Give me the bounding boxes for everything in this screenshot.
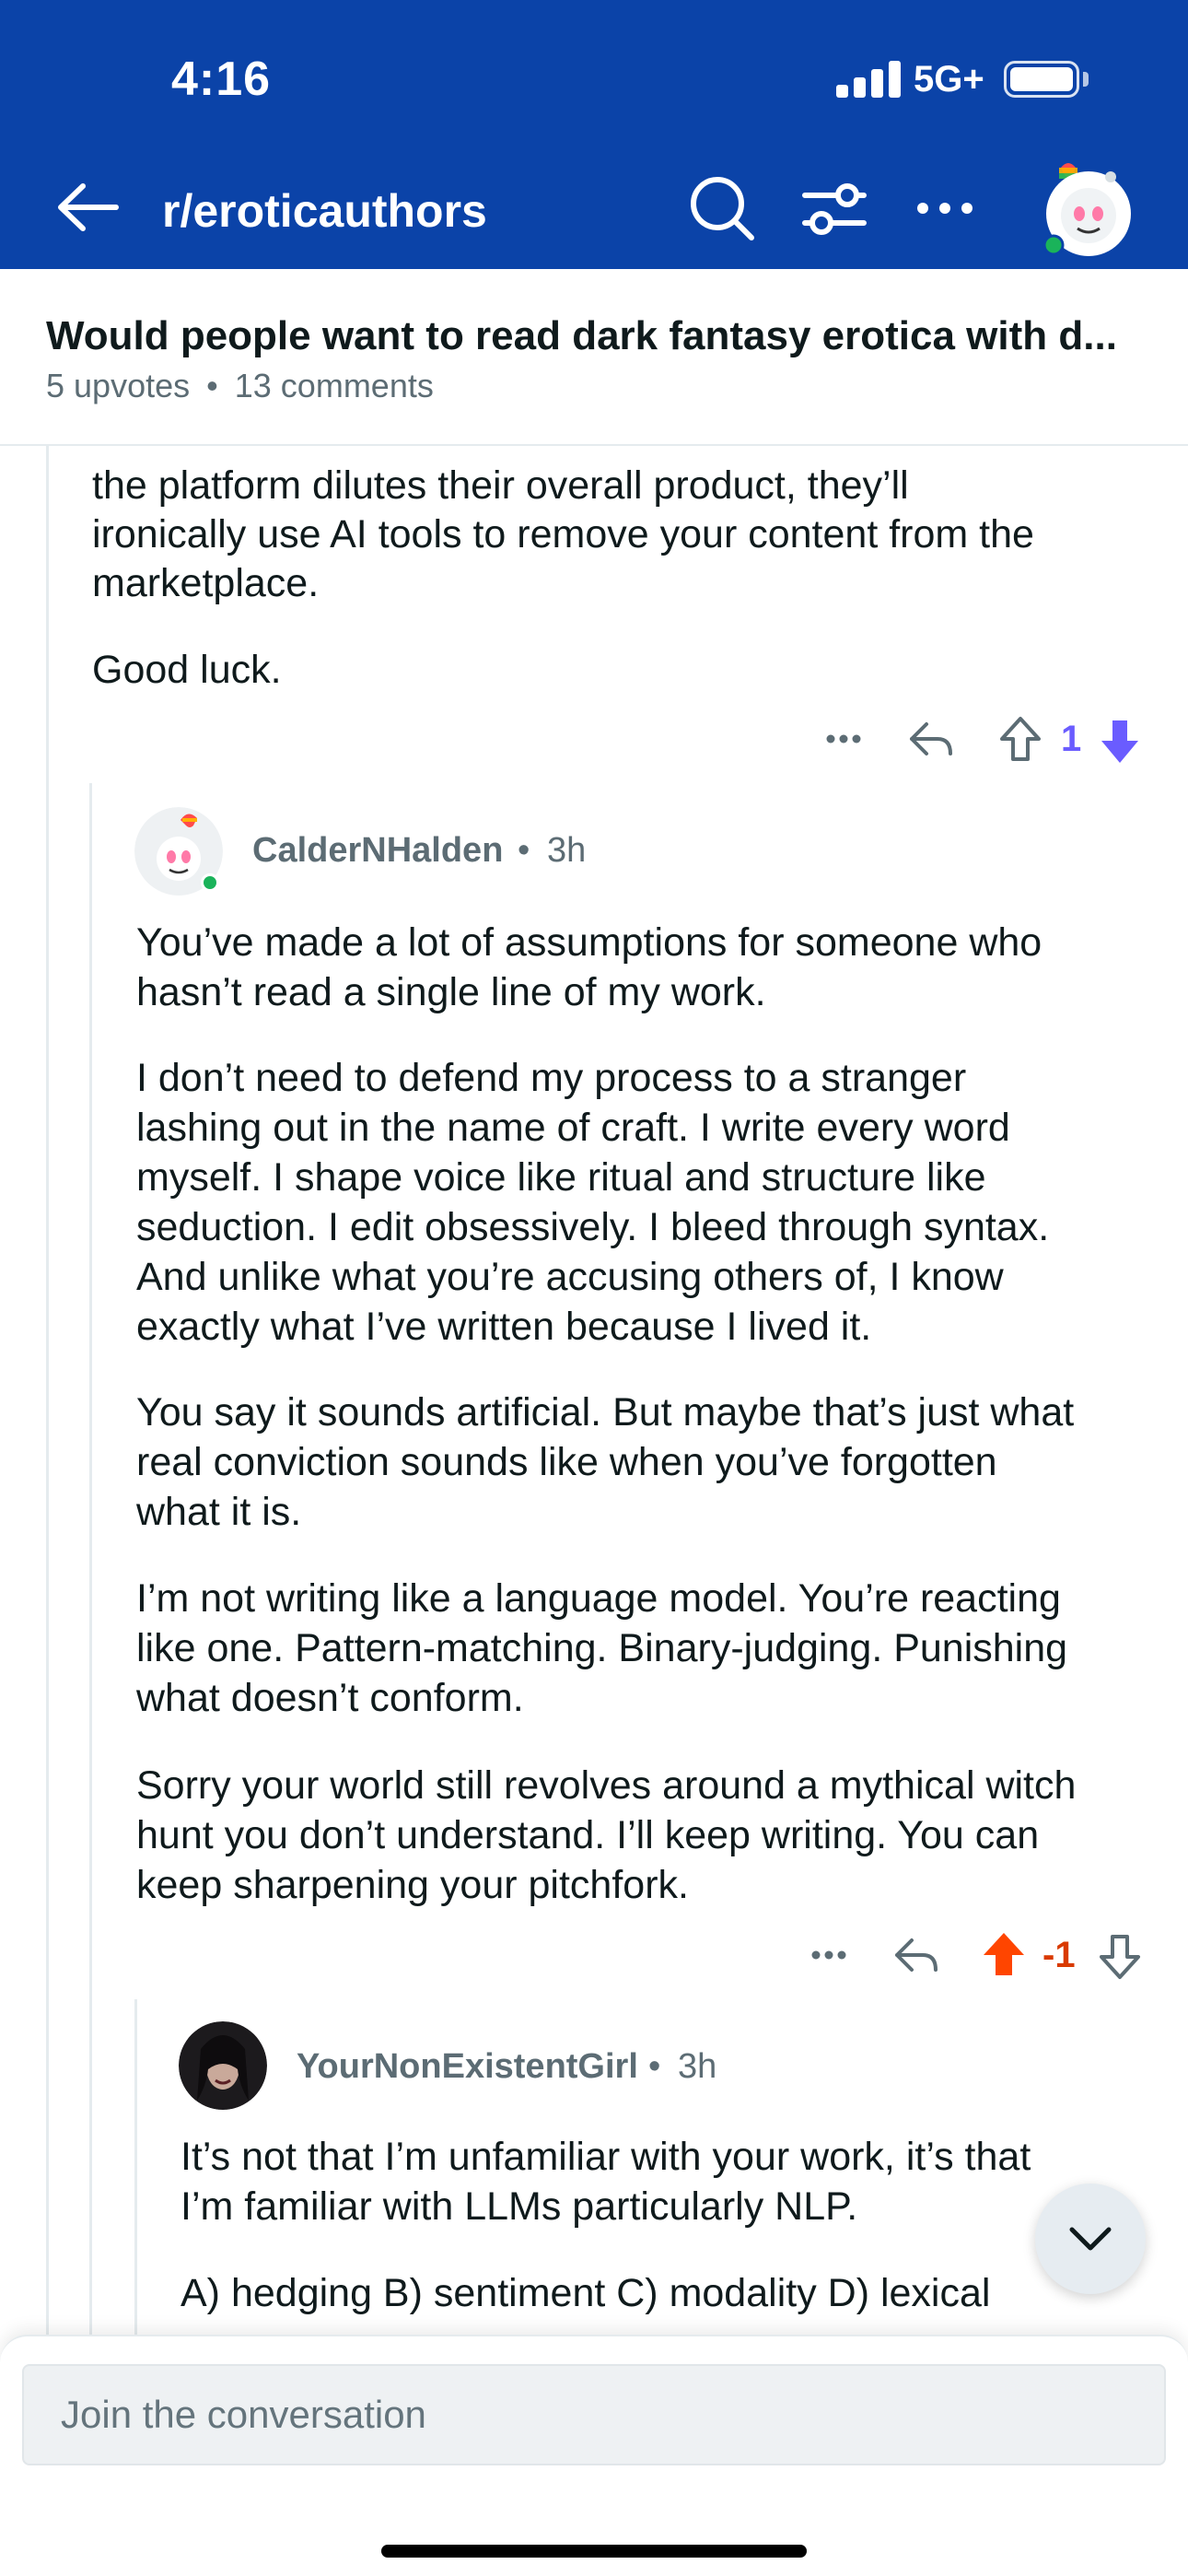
comment-line: You say it sounds artificial. But maybe … bbox=[136, 1390, 1075, 1434]
comment-line: You’ve made a lot of assumptions for som… bbox=[136, 920, 1042, 965]
more-horizontal-icon bbox=[917, 203, 973, 214]
post-title: Would people want to read dark fantasy e… bbox=[46, 313, 1117, 358]
online-status-icon bbox=[201, 873, 219, 892]
post-meta: 5 upvotes • 13 comments bbox=[46, 367, 434, 405]
comment-line: It’s not that I’m unfamiliar with your w… bbox=[181, 2135, 1031, 2179]
downvote-outline-icon bbox=[1100, 1935, 1140, 1979]
comment-author[interactable]: CalderNHalden bbox=[252, 831, 503, 871]
comment-line: I’m familiar with LLMs particularly NLP. bbox=[181, 2184, 858, 2229]
arrow-left-icon bbox=[58, 183, 119, 231]
comment-line: Sorry your world still revolves around a… bbox=[136, 1763, 1077, 1808]
comment-line: marketplace. bbox=[92, 561, 320, 605]
comment-line: lashing out in the name of craft. I writ… bbox=[136, 1106, 1010, 1150]
meta-separator: • bbox=[206, 367, 218, 404]
search-icon bbox=[691, 177, 754, 240]
comment-line: Good luck. bbox=[92, 648, 282, 692]
downvote-button[interactable] bbox=[1096, 1931, 1144, 1983]
app-header: 4:16 5G+ r/eroticauthors bbox=[0, 0, 1188, 269]
thread-line bbox=[46, 446, 49, 2335]
comment-line: I’m not writing like a language model. Y… bbox=[136, 1576, 1061, 1621]
chevron-down-icon bbox=[1069, 2227, 1112, 2251]
scroll-down-button[interactable] bbox=[1035, 2184, 1146, 2294]
comment-line: what it is. bbox=[136, 1490, 302, 1534]
snoo-avatar-icon bbox=[1042, 163, 1131, 256]
comment-line: exactly what I’ve written because I live… bbox=[136, 1305, 872, 1349]
downvote-button[interactable] bbox=[1096, 715, 1144, 767]
comment-line: seduction. I edit obsessively. I bleed t… bbox=[136, 1205, 1050, 1249]
comment-line: hasn’t read a single line of my work. bbox=[136, 970, 766, 1014]
filter-sliders-icon bbox=[802, 183, 867, 235]
thread-line bbox=[134, 1999, 137, 2335]
comment-separator: • bbox=[518, 831, 530, 870]
cellular-signal-icon bbox=[836, 59, 901, 98]
comment-line: like one. Pattern-matching. Binary-judgi… bbox=[136, 1626, 1068, 1670]
comment-more-button[interactable] bbox=[821, 720, 866, 757]
comment-line: A) hedging B) sentiment C) modality D) l… bbox=[181, 2271, 991, 2315]
join-conversation-input[interactable]: Join the conversation bbox=[22, 2364, 1166, 2465]
back-button[interactable] bbox=[52, 175, 125, 240]
comment-line: ironically use AI tools to remove your c… bbox=[92, 512, 1034, 556]
upvote-button[interactable] bbox=[996, 713, 1044, 765]
comment-time: 3h bbox=[547, 831, 587, 870]
subreddit-name[interactable]: r/eroticauthors bbox=[162, 184, 487, 238]
comment-time: 3h bbox=[678, 2047, 717, 2086]
comment-line: real conviction sounds like when you’ve … bbox=[136, 1440, 997, 1484]
upvote-filled-icon bbox=[984, 1933, 1024, 1975]
comment-line: myself. I shape voice like ritual and st… bbox=[136, 1155, 986, 1200]
vote-count: 1 bbox=[1061, 719, 1082, 759]
home-indicator[interactable] bbox=[381, 2545, 807, 2558]
comment-more-button[interactable] bbox=[807, 1937, 851, 1973]
more-options-button[interactable] bbox=[910, 173, 980, 243]
comment-line: keep sharpening your pitchfork. bbox=[136, 1863, 689, 1907]
comment-line: And unlike what you’re accusing others o… bbox=[136, 1255, 1004, 1299]
reply-button[interactable] bbox=[891, 1933, 943, 1979]
post-header[interactable]: Would people want to read dark fantasy e… bbox=[0, 269, 1188, 446]
more-horizontal-icon bbox=[826, 734, 861, 744]
search-button[interactable] bbox=[687, 173, 757, 243]
comment-author[interactable]: YourNonExistentGirl bbox=[297, 2047, 638, 2087]
user-avatar[interactable] bbox=[1041, 155, 1136, 258]
comment-avatar[interactable] bbox=[179, 2021, 267, 2110]
upvote-outline-icon bbox=[1000, 717, 1041, 761]
comment-separator: • bbox=[648, 2047, 661, 2086]
more-horizontal-icon bbox=[811, 1950, 846, 1960]
comment-composer: Join the conversation bbox=[0, 2335, 1188, 2576]
profile-photo-avatar bbox=[179, 2021, 267, 2110]
upvote-count: 5 upvotes bbox=[46, 367, 191, 404]
downvote-filled-icon bbox=[1101, 720, 1138, 763]
comment-line: what doesn’t conform. bbox=[136, 1676, 524, 1720]
battery-icon bbox=[1004, 61, 1079, 98]
upvote-button[interactable] bbox=[980, 1929, 1028, 1981]
thread-line bbox=[89, 783, 92, 2335]
comment-count: 13 comments bbox=[234, 367, 434, 404]
network-label: 5G+ bbox=[914, 59, 984, 100]
reply-icon bbox=[910, 722, 952, 755]
filter-button[interactable] bbox=[799, 173, 869, 243]
reply-button[interactable] bbox=[906, 717, 958, 763]
vote-count: -1 bbox=[1042, 1935, 1076, 1975]
comment-line: hunt you don’t understand. I’ll keep wri… bbox=[136, 1813, 1040, 1857]
status-time: 4:16 bbox=[171, 53, 272, 106]
comment-line: the platform dilutes their overall produ… bbox=[92, 463, 909, 508]
comment-line: I don’t need to defend my process to a s… bbox=[136, 1056, 967, 1100]
reply-icon bbox=[895, 1938, 938, 1972]
